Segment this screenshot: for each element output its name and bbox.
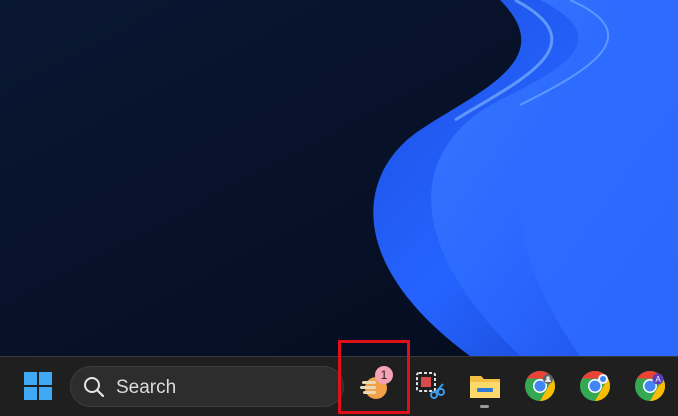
- snipping-tool-icon: [416, 372, 445, 399]
- search-label: Search: [116, 377, 177, 398]
- windows-logo-icon: [24, 372, 52, 400]
- search-icon: [84, 377, 105, 398]
- profile-avatar-letter: A: [655, 375, 661, 384]
- chrome-icon: A: [635, 371, 666, 401]
- chrome-button-2[interactable]: [573, 363, 617, 409]
- desktop-wallpaper: [0, 0, 678, 356]
- search-box[interactable]: Search: [70, 366, 344, 407]
- chrome-button-3[interactable]: A: [628, 363, 672, 409]
- running-indicator: [480, 405, 489, 408]
- file-explorer-button[interactable]: [463, 363, 507, 409]
- chrome-icon: [580, 371, 611, 401]
- snipping-tool-button[interactable]: [408, 363, 452, 409]
- folder-icon: [470, 376, 500, 398]
- highlight-box: [338, 340, 410, 414]
- start-button[interactable]: [16, 363, 60, 409]
- chrome-icon: [525, 371, 556, 401]
- chrome-button-1[interactable]: [518, 363, 562, 409]
